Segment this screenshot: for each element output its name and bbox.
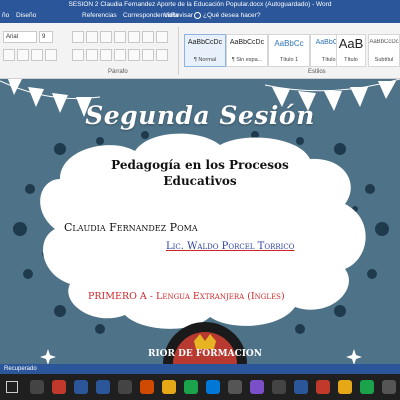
borders-button[interactable] bbox=[156, 49, 168, 61]
style-heading-1[interactable]: AaBbCc Título 1 bbox=[268, 34, 310, 67]
word-icon[interactable] bbox=[294, 380, 308, 394]
align-center-button[interactable] bbox=[86, 49, 98, 61]
tab-view[interactable]: Vista bbox=[164, 9, 178, 23]
app-icon[interactable] bbox=[162, 380, 176, 394]
style-normal[interactable]: AaBbCcDc ¶ Normal bbox=[184, 34, 226, 67]
taskbar bbox=[0, 374, 400, 400]
app-icon[interactable] bbox=[118, 380, 132, 394]
app-icon[interactable] bbox=[74, 380, 88, 394]
app-icon[interactable] bbox=[338, 380, 352, 394]
style-preview: AaBbCc bbox=[274, 39, 304, 48]
window-title: SESION 2 Claudia Fernandez Aporte de la … bbox=[68, 1, 332, 8]
ribbon-divider bbox=[178, 27, 179, 75]
numbering-button[interactable] bbox=[86, 31, 98, 43]
style-preview: AaBbCcDc bbox=[229, 39, 265, 46]
increase-indent-button[interactable] bbox=[128, 31, 140, 43]
multilevel-button[interactable] bbox=[100, 31, 112, 43]
align-left-button[interactable] bbox=[72, 49, 84, 61]
style-label: ¶ Sin espa... bbox=[231, 57, 263, 63]
style-label: Título bbox=[344, 57, 358, 63]
shading-button[interactable] bbox=[142, 49, 154, 61]
style-title[interactable]: AaB Título bbox=[336, 34, 366, 67]
course-line: PRIMERO A - Lengua Extranjera (Ingles) bbox=[88, 291, 285, 302]
document-title: Segunda Sesión bbox=[85, 101, 315, 130]
tell-me-search[interactable]: ¿Qué desea hacer? bbox=[194, 9, 260, 23]
app-icon[interactable] bbox=[184, 380, 198, 394]
window-title-bar: SESION 2 Claudia Fernandez Aporte de la … bbox=[0, 0, 400, 9]
app-icon[interactable] bbox=[228, 380, 242, 394]
tab-design[interactable]: Diseño bbox=[16, 9, 36, 23]
app-icon[interactable] bbox=[360, 380, 374, 394]
tell-me-text: ¿Qué desea hacer? bbox=[203, 12, 261, 19]
app-icon[interactable] bbox=[316, 380, 330, 394]
ribbon: Arial 9 Párrafo AaBbCcDc ¶ Normal AaBbCc… bbox=[0, 23, 400, 79]
teacher-name: Lic. Waldo Porcel Torrico bbox=[166, 241, 295, 252]
subtitle-line-2: Educativos bbox=[163, 174, 237, 188]
word-icon[interactable] bbox=[96, 380, 110, 394]
paragraph-group-label: Párrafo bbox=[108, 69, 128, 75]
tab-insert[interactable]: ño bbox=[2, 9, 9, 23]
style-preview: AaB bbox=[338, 36, 364, 51]
decrease-indent-button[interactable] bbox=[114, 31, 126, 43]
app-icon[interactable] bbox=[52, 380, 66, 394]
underline-button[interactable] bbox=[31, 49, 43, 61]
style-label: Subtítul bbox=[374, 57, 394, 63]
status-text: Recuperado bbox=[4, 366, 37, 372]
paragraph-group bbox=[72, 31, 170, 43]
strikethrough-button[interactable] bbox=[45, 49, 57, 61]
app-icon[interactable] bbox=[382, 380, 396, 394]
ribbon-tabs: ño Diseño Referencias Correspondencia Re… bbox=[0, 9, 400, 23]
app-icon[interactable] bbox=[250, 380, 264, 394]
style-preview: AaBbCcDc bbox=[369, 39, 399, 45]
task-view-icon[interactable] bbox=[6, 381, 18, 393]
app-icon[interactable] bbox=[140, 380, 154, 394]
styles-group-label: Estilos bbox=[308, 69, 326, 75]
alignment-buttons bbox=[72, 49, 170, 61]
font-name-box[interactable]: Arial bbox=[3, 31, 37, 43]
justify-button[interactable] bbox=[114, 49, 126, 61]
style-preview: AaBbCcDc bbox=[187, 39, 223, 46]
subtitle: Pedagogía en los Procesos Educativos bbox=[0, 157, 400, 189]
app-icon[interactable] bbox=[206, 380, 220, 394]
style-label: ¶ Normal bbox=[193, 57, 217, 63]
bold-button[interactable] bbox=[3, 49, 15, 61]
font-size-box[interactable]: 9 bbox=[38, 31, 53, 43]
seal-text: RIOR DE FORMACION bbox=[148, 349, 262, 359]
style-label: Título 1 bbox=[279, 57, 299, 63]
search-icon[interactable] bbox=[30, 380, 44, 394]
sort-button[interactable] bbox=[142, 31, 154, 43]
style-no-spacing[interactable]: AaBbCcDc ¶ Sin espa... bbox=[226, 34, 268, 67]
status-bar: Recuperado bbox=[0, 364, 400, 374]
subtitle-line-1: Pedagogía en los Procesos bbox=[111, 158, 289, 172]
italic-button[interactable] bbox=[17, 49, 29, 61]
bullets-button[interactable] bbox=[72, 31, 84, 43]
format-buttons bbox=[3, 49, 59, 61]
app-icon[interactable] bbox=[272, 380, 286, 394]
align-right-button[interactable] bbox=[100, 49, 112, 61]
tab-references[interactable]: Referencias bbox=[82, 9, 117, 23]
lightbulb-icon bbox=[194, 11, 201, 19]
font-group: Arial 9 bbox=[3, 31, 53, 43]
show-marks-button[interactable] bbox=[156, 31, 168, 43]
author-name: Claudia Fernandez Poma bbox=[64, 221, 198, 234]
document-canvas[interactable]: RIOR DE FORMACION Segunda Sesión Pedagog… bbox=[0, 79, 400, 364]
style-subtitle[interactable]: AaBbCcDc Subtítul bbox=[368, 34, 400, 67]
line-spacing-button[interactable] bbox=[128, 49, 140, 61]
